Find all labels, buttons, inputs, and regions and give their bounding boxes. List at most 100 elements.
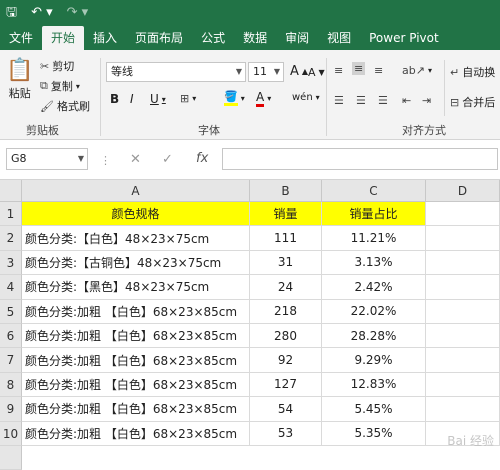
shrink-font-button[interactable]: A▼ xyxy=(308,66,325,79)
cut-button[interactable]: ✂ 剪切 xyxy=(40,58,74,74)
fill-color-button[interactable]: 🪣▾ xyxy=(224,90,245,106)
grow-font-button[interactable]: A▲ xyxy=(290,64,308,79)
empty-cell[interactable] xyxy=(426,251,500,275)
sales-share-cell[interactable]: 2.42% xyxy=(322,275,426,299)
sales-cell[interactable]: 218 xyxy=(250,300,322,324)
align-center-button[interactable]: ☰ xyxy=(356,94,366,107)
row-header-8[interactable]: 8 xyxy=(0,373,22,397)
sales-cell[interactable]: 31 xyxy=(250,251,322,275)
sales-share-cell[interactable]: 12.83% xyxy=(322,373,426,397)
font-size-select[interactable]: 11 ▼ xyxy=(248,62,284,82)
merge-center-button[interactable]: ⊟ 合并后 xyxy=(450,94,495,110)
wrap-text-button[interactable]: ↵ 自动换 xyxy=(450,64,495,80)
row-header-7[interactable]: 7 xyxy=(0,348,22,372)
sales-share-cell[interactable]: 9.29% xyxy=(322,348,426,372)
decrease-indent-button[interactable]: ⇤ xyxy=(402,94,411,107)
sales-share-cell[interactable]: 3.13% xyxy=(322,251,426,275)
row-header-6[interactable]: 6 xyxy=(0,324,22,348)
borders-button[interactable]: ⊞▾ xyxy=(180,92,196,105)
insert-function-icon[interactable]: fx xyxy=(196,151,208,166)
sales-cell[interactable]: 54 xyxy=(250,397,322,421)
align-left-button[interactable]: ☰ xyxy=(334,94,344,107)
redo-icon[interactable]: ↷ ▾ xyxy=(67,0,89,26)
format-painter-button[interactable]: 🖌 格式刷 xyxy=(40,98,90,114)
font-color-button[interactable]: A▾ xyxy=(256,90,271,107)
color-spec-cell[interactable]: 颜色分类:加粗 【白色】68×23×85cm xyxy=(22,348,250,372)
empty-cell[interactable] xyxy=(426,324,500,348)
sales-share-cell[interactable]: 5.35% xyxy=(322,422,426,446)
align-top-button[interactable]: ≡ xyxy=(334,64,343,77)
color-spec-cell[interactable]: 颜色分类:加粗 【白色】68×23×85cm xyxy=(22,300,250,324)
column-header-b[interactable]: B xyxy=(250,180,322,202)
column-header-c[interactable]: C xyxy=(322,180,426,202)
sales-cell[interactable]: 92 xyxy=(250,348,322,372)
table-header-cell[interactable]: 销量 xyxy=(250,202,322,226)
underline-button[interactable]: U▾ xyxy=(150,92,166,106)
font-name-select[interactable]: 等线 ▼ xyxy=(106,62,246,82)
align-bottom-button[interactable]: ≡ xyxy=(374,64,383,77)
tab-file[interactable]: 文件 xyxy=(0,26,42,50)
sales-cell[interactable]: 280 xyxy=(250,324,322,348)
row-header-3[interactable]: 3 xyxy=(0,251,22,275)
align-right-button[interactable]: ☰ xyxy=(378,94,388,107)
undo-icon[interactable]: ↶ ▾ xyxy=(31,0,53,26)
row-header-4[interactable]: 4 xyxy=(0,275,22,299)
increase-indent-button[interactable]: ⇥ xyxy=(422,94,431,107)
tab-data[interactable]: 数据 xyxy=(234,26,276,50)
row-header-5[interactable]: 5 xyxy=(0,300,22,324)
column-header-a[interactable]: A xyxy=(22,180,250,202)
color-spec-cell[interactable]: 颜色分类:【黑色】48×23×75cm xyxy=(22,275,250,299)
sales-cell[interactable]: 53 xyxy=(250,422,322,446)
empty-cell[interactable] xyxy=(426,373,500,397)
table-header-cell[interactable]: 颜色规格 xyxy=(22,202,250,226)
cancel-icon[interactable]: ✕ xyxy=(130,152,141,167)
sales-share-cell[interactable]: 28.28% xyxy=(322,324,426,348)
sales-cell[interactable]: 111 xyxy=(250,226,322,250)
italic-button[interactable]: I xyxy=(130,92,134,106)
empty-cell[interactable] xyxy=(426,300,500,324)
row-header-2[interactable]: 2 xyxy=(0,226,22,250)
tab-page-layout[interactable]: 页面布局 xyxy=(126,26,192,50)
save-icon[interactable]: 🖫 xyxy=(6,0,17,26)
paste-button[interactable]: 📋 粘贴 xyxy=(6,58,33,101)
phonetic-button[interactable]: wén▾ xyxy=(292,92,320,103)
row-header[interactable] xyxy=(0,446,22,470)
sales-share-cell[interactable]: 11.21% xyxy=(322,226,426,250)
confirm-icon[interactable]: ✓ xyxy=(162,152,173,167)
tab-home[interactable]: 开始 xyxy=(42,26,84,50)
sales-share-cell[interactable]: 22.02% xyxy=(322,300,426,324)
empty-cell[interactable] xyxy=(426,348,500,372)
divider xyxy=(444,60,445,116)
sales-share-cell[interactable]: 5.45% xyxy=(322,397,426,421)
name-box[interactable]: G8 ▼ xyxy=(6,148,88,170)
table-header-cell[interactable]: 销量占比 xyxy=(322,202,426,226)
color-spec-cell[interactable]: 颜色分类:【古铜色】48×23×75cm xyxy=(22,251,250,275)
tab-insert[interactable]: 插入 xyxy=(84,26,126,50)
tab-power-pivot[interactable]: Power Pivot xyxy=(360,26,448,50)
sales-cell[interactable]: 127 xyxy=(250,373,322,397)
bold-button[interactable]: B xyxy=(110,92,119,106)
row-header-1[interactable]: 1 xyxy=(0,202,22,226)
color-spec-cell[interactable]: 颜色分类:加粗 【白色】68×23×85cm xyxy=(22,373,250,397)
empty-cell[interactable] xyxy=(426,397,500,421)
formula-input[interactable] xyxy=(222,148,498,170)
tab-formulas[interactable]: 公式 xyxy=(192,26,234,50)
empty-cell[interactable] xyxy=(426,226,500,250)
color-spec-cell[interactable]: 颜色分类:加粗 【白色】68×23×85cm xyxy=(22,324,250,348)
row-header-10[interactable]: 10 xyxy=(0,422,22,446)
column-header-d[interactable]: D xyxy=(426,180,500,202)
align-middle-button[interactable]: ≡ xyxy=(352,62,365,75)
color-spec-cell[interactable]: 颜色分类:加粗 【白色】68×23×85cm xyxy=(22,422,250,446)
tab-view[interactable]: 视图 xyxy=(318,26,360,50)
color-spec-cell[interactable]: 颜色分类:加粗 【白色】68×23×85cm xyxy=(22,397,250,421)
empty-cell[interactable] xyxy=(426,202,500,226)
empty-cell[interactable] xyxy=(426,275,500,299)
tab-review[interactable]: 审阅 xyxy=(276,26,318,50)
orientation-button[interactable]: ab↗▾ xyxy=(402,64,432,77)
sales-cell[interactable]: 24 xyxy=(250,275,322,299)
copy-button[interactable]: ⧉ 复制 ▾ xyxy=(40,78,80,94)
color-spec-cell[interactable]: 颜色分类:【白色】48×23×75cm xyxy=(22,226,250,250)
formula-bar-options-icon[interactable]: ⋮ xyxy=(100,154,111,167)
select-all-corner[interactable] xyxy=(0,180,22,202)
row-header-9[interactable]: 9 xyxy=(0,397,22,421)
